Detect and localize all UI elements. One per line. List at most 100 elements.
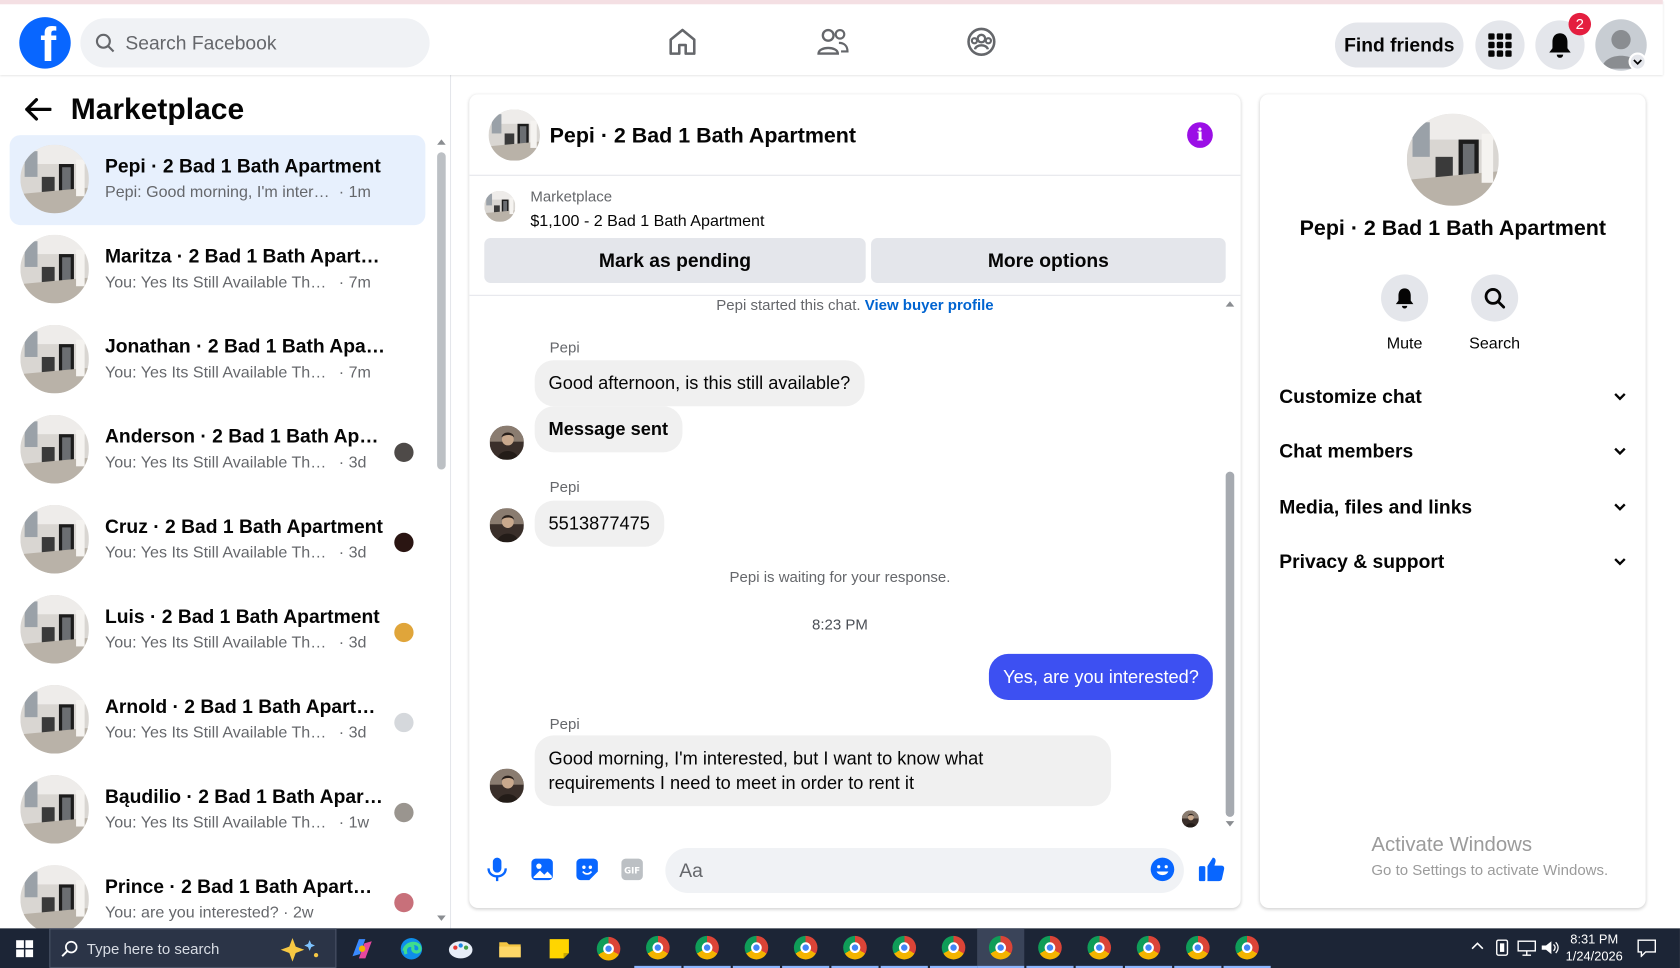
scroll-down-arrow-icon[interactable] bbox=[437, 915, 446, 921]
groups-icon[interactable] bbox=[963, 24, 999, 60]
privacy-support-section[interactable]: Privacy & support bbox=[1279, 546, 1626, 578]
chrome-window-icon[interactable] bbox=[977, 928, 1025, 968]
sender-avatar[interactable] bbox=[490, 508, 524, 542]
outgoing-message[interactable]: Yes, are you interested? bbox=[989, 653, 1213, 701]
message-input[interactable] bbox=[665, 847, 1184, 893]
chrome-window-icon[interactable] bbox=[732, 928, 780, 968]
conversation-snippet: You: Yes Its Still Available Thanks for … bbox=[104, 453, 334, 472]
mark-as-pending-button[interactable]: Mark as pending bbox=[484, 237, 866, 284]
incoming-message[interactable]: Good afternoon, is this still available? bbox=[534, 360, 865, 407]
conversation-preview: You: Yes Its Still Available Thanks for … bbox=[105, 814, 369, 832]
conversation-item[interactable]: Prince · 2 Bad 1 Bath Apartment You: are … bbox=[10, 855, 426, 928]
conversation-item[interactable]: Arnold · 2 Bad 1 Bath Apartment You: Yes … bbox=[10, 675, 426, 765]
network-icon[interactable] bbox=[1517, 939, 1537, 956]
sender-avatar[interactable] bbox=[490, 769, 524, 803]
chat-avatar[interactable] bbox=[489, 109, 540, 160]
facebook-search-box[interactable] bbox=[80, 18, 430, 68]
scroll-down-arrow-icon[interactable] bbox=[1225, 821, 1235, 827]
sticky-notes-icon[interactable] bbox=[536, 928, 583, 968]
chevron-down-icon[interactable] bbox=[1628, 52, 1647, 71]
facebook-logo[interactable]: f bbox=[19, 17, 71, 69]
chrome-window-icon[interactable] bbox=[1075, 928, 1123, 968]
seen-by-avatar bbox=[394, 442, 414, 463]
chevron-down-icon[interactable] bbox=[1614, 503, 1627, 512]
battery-icon[interactable] bbox=[1494, 939, 1511, 956]
edge-browser-icon[interactable] bbox=[388, 928, 435, 968]
gif-icon[interactable]: GIF bbox=[618, 855, 646, 883]
paint-app-icon[interactable] bbox=[437, 928, 484, 968]
chrome-window-icon[interactable] bbox=[1223, 928, 1271, 968]
file-explorer-icon[interactable] bbox=[486, 928, 533, 968]
show-hidden-icons-chevron-icon[interactable] bbox=[1470, 939, 1485, 954]
listing-price-title[interactable]: $1,100 - 2 Bad 1 Bath Apartment bbox=[530, 212, 764, 230]
info-icon[interactable]: i bbox=[1187, 122, 1213, 148]
incoming-message[interactable]: Message sent bbox=[534, 406, 682, 453]
view-buyer-profile-link[interactable]: View buyer profile bbox=[865, 296, 994, 313]
menu-grid-icon[interactable] bbox=[1475, 20, 1525, 70]
chevron-down-icon[interactable] bbox=[1614, 447, 1627, 456]
search-action[interactable]: Search bbox=[1457, 274, 1532, 353]
conversation-snippet: You: Yes Its Still Available Thanks for … bbox=[104, 543, 334, 562]
conversation-item[interactable]: Maritza · 2 Bad 1 Bath Apartment You: Yes… bbox=[10, 225, 426, 315]
listing-thumbnail[interactable] bbox=[484, 191, 515, 222]
volume-icon[interactable] bbox=[1541, 939, 1560, 956]
search-input[interactable] bbox=[125, 31, 404, 55]
chrome-window-icon[interactable] bbox=[929, 928, 978, 968]
chrome-browser-icon[interactable] bbox=[585, 928, 632, 968]
find-friends-button[interactable]: Find friends bbox=[1334, 22, 1464, 68]
photo-icon[interactable] bbox=[528, 855, 556, 883]
page-scrollbar[interactable] bbox=[1662, 75, 1680, 929]
chrome-window-icon[interactable] bbox=[831, 928, 879, 968]
chrome-window-icon[interactable] bbox=[782, 928, 830, 968]
search-icon[interactable] bbox=[1471, 274, 1519, 322]
friends-icon[interactable] bbox=[814, 24, 850, 60]
chrome-window-icon[interactable] bbox=[1174, 928, 1222, 968]
microphone-icon[interactable] bbox=[483, 855, 511, 883]
incoming-message[interactable]: 5513877475 bbox=[534, 500, 664, 547]
taskbar-search-box[interactable] bbox=[49, 928, 337, 968]
customize-chat-section[interactable]: Customize chat bbox=[1279, 381, 1626, 413]
sender-avatar[interactable] bbox=[490, 426, 524, 460]
conversation-item[interactable]: Luis · 2 Bad 1 Bath Apartment You: Yes It… bbox=[10, 585, 426, 675]
conversation-item[interactable]: Jonathan · 2 Bad 1 Bath Apartment You: Ye… bbox=[10, 315, 426, 405]
contact-avatar[interactable] bbox=[1407, 114, 1499, 206]
back-arrow-icon[interactable] bbox=[24, 98, 52, 122]
chevron-down-icon[interactable] bbox=[1614, 557, 1627, 566]
chat-header: Pepi · 2 Bad 1 Bath Apartment i bbox=[469, 94, 1241, 176]
more-options-button[interactable]: More options bbox=[871, 237, 1226, 284]
chrome-window-icon[interactable] bbox=[1026, 928, 1074, 968]
conversation-item[interactable]: Anderson · 2 Bad 1 Bath Apartment You: Ye… bbox=[10, 405, 426, 495]
chat-members-section[interactable]: Chat members bbox=[1279, 435, 1626, 467]
chrome-window-icon[interactable] bbox=[1124, 928, 1173, 968]
conversation-preview: You: Yes Its Still Available Thanks for … bbox=[105, 363, 371, 381]
message-thread-scrollbar[interactable] bbox=[1225, 471, 1235, 817]
windows-start-icon[interactable] bbox=[0, 928, 49, 968]
taskbar-search-input[interactable] bbox=[86, 939, 248, 957]
chat-title[interactable]: Pepi · 2 Bad 1 Bath Apartment bbox=[550, 124, 856, 149]
conversation-item[interactable]: Bąudilio · 2 Bad 1 Bath Apartment You: Ye… bbox=[10, 765, 426, 855]
mute-action[interactable]: Mute bbox=[1367, 274, 1442, 353]
sparkle-icon bbox=[271, 935, 320, 962]
notification-center-icon[interactable] bbox=[1637, 938, 1657, 958]
media-files-links-section[interactable]: Media, files and links bbox=[1279, 491, 1626, 523]
conversation-list-scrollbar[interactable] bbox=[437, 152, 446, 470]
copilot-app-icon[interactable] bbox=[339, 928, 386, 968]
mute-bell-icon[interactable] bbox=[1381, 274, 1429, 322]
home-icon[interactable] bbox=[664, 24, 700, 60]
taskbar-clock[interactable]: 8:31 PM 1/24/2026 bbox=[1562, 930, 1626, 964]
sender-name: Pepi bbox=[549, 478, 580, 496]
chrome-window-icon[interactable] bbox=[634, 928, 682, 968]
conversation-item[interactable]: Pepi · 2 Bad 1 Bath Apartment Pepi: Good … bbox=[9, 135, 426, 226]
sticker-icon[interactable] bbox=[573, 855, 601, 883]
conversation-item[interactable]: Cruz · 2 Bad 1 Bath Apartment You: Yes It… bbox=[10, 495, 426, 585]
incoming-message[interactable]: Good morning, I'm interested, but I want… bbox=[534, 735, 1112, 807]
chrome-window-icon[interactable] bbox=[683, 928, 731, 968]
scroll-up-arrow-icon[interactable] bbox=[437, 139, 446, 145]
chevron-down-icon[interactable] bbox=[1614, 392, 1627, 401]
chrome-window-icon[interactable] bbox=[880, 928, 928, 968]
scroll-up-arrow-icon[interactable] bbox=[1225, 301, 1235, 307]
thumbs-up-icon[interactable] bbox=[1198, 855, 1226, 883]
emoji-icon[interactable] bbox=[1149, 855, 1177, 883]
conversation-time: 1w bbox=[348, 813, 370, 832]
message-composer: GIF bbox=[469, 845, 1240, 899]
